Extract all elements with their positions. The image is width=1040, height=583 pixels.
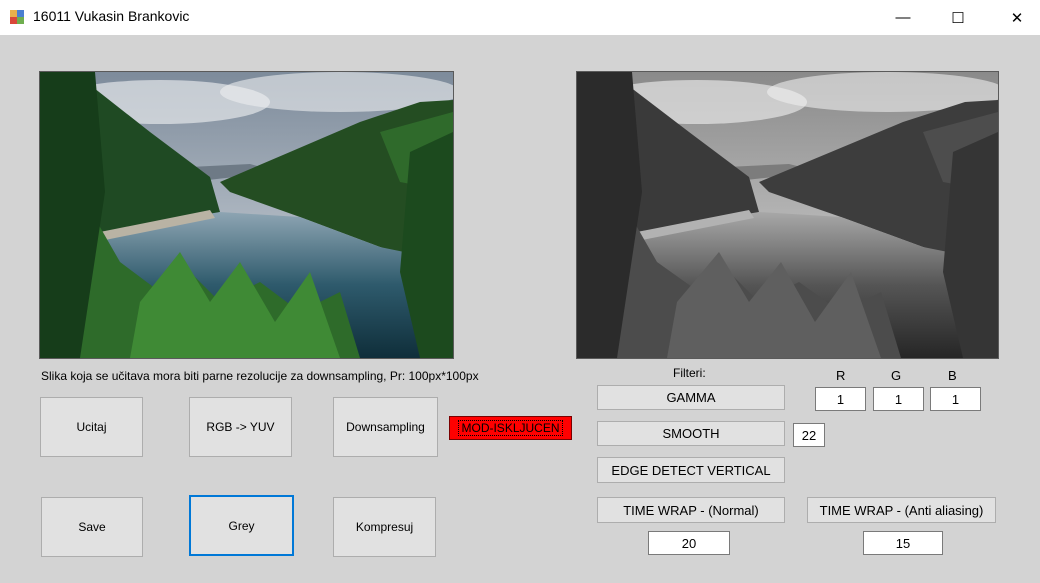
close-icon: ✕ xyxy=(1010,9,1024,27)
window-title: 16011 Vukasin Brankovic xyxy=(33,8,190,24)
ucitaj-button[interactable]: Ucitaj xyxy=(40,397,143,457)
minimize-button[interactable]: — xyxy=(880,0,926,35)
time-wrap-normal-value-field[interactable]: 20 xyxy=(648,531,730,555)
filters-title-label: Filteri: xyxy=(673,366,706,380)
original-image-box xyxy=(39,71,454,359)
b-label: B xyxy=(948,368,957,383)
r-label: R xyxy=(836,368,846,383)
time-wrap-normal-button[interactable]: TIME WRAP - (Normal) xyxy=(597,497,785,523)
close-button[interactable]: ✕ xyxy=(994,0,1040,35)
mode-status-label: MOD-ISKLJUCEN xyxy=(458,420,563,436)
original-landscape-image xyxy=(40,72,453,358)
time-wrap-anti-aliasing-button[interactable]: TIME WRAP - (Anti aliasing) xyxy=(807,497,996,523)
grey-button[interactable]: Grey xyxy=(189,495,294,556)
maximize-icon: ☐ xyxy=(951,9,965,27)
kompresuj-button[interactable]: Kompresuj xyxy=(333,497,436,557)
time-wrap-anti-value-field[interactable]: 15 xyxy=(863,531,943,555)
edge-detect-vertical-button[interactable]: EDGE DETECT VERTICAL xyxy=(597,457,785,483)
resolution-info-label: Slika koja se učitava mora biti parne re… xyxy=(41,369,479,383)
mode-status-indicator: MOD-ISKLJUCEN xyxy=(449,416,572,440)
g-value-field[interactable]: 1 xyxy=(873,387,924,411)
form-client-area: Slika koja se učitava mora biti parne re… xyxy=(0,35,1040,583)
processed-landscape-image xyxy=(577,72,998,358)
smooth-value-field[interactable]: 22 xyxy=(793,423,825,447)
r-value-field[interactable]: 1 xyxy=(815,387,866,411)
maximize-button[interactable]: ☐ xyxy=(935,0,981,35)
gamma-button[interactable]: GAMMA xyxy=(597,385,785,410)
b-value-field[interactable]: 1 xyxy=(930,387,981,411)
g-label: G xyxy=(891,368,902,383)
app-icon xyxy=(10,10,24,24)
processed-image-box xyxy=(576,71,999,359)
downsampling-button[interactable]: Downsampling xyxy=(333,397,438,457)
rgb-to-yuv-button[interactable]: RGB -> YUV xyxy=(189,397,292,457)
title-bar: 16011 Vukasin Brankovic — ☐ ✕ xyxy=(0,0,1040,35)
save-button[interactable]: Save xyxy=(41,497,143,557)
smooth-button[interactable]: SMOOTH xyxy=(597,421,785,446)
minimize-icon: — xyxy=(895,9,911,26)
